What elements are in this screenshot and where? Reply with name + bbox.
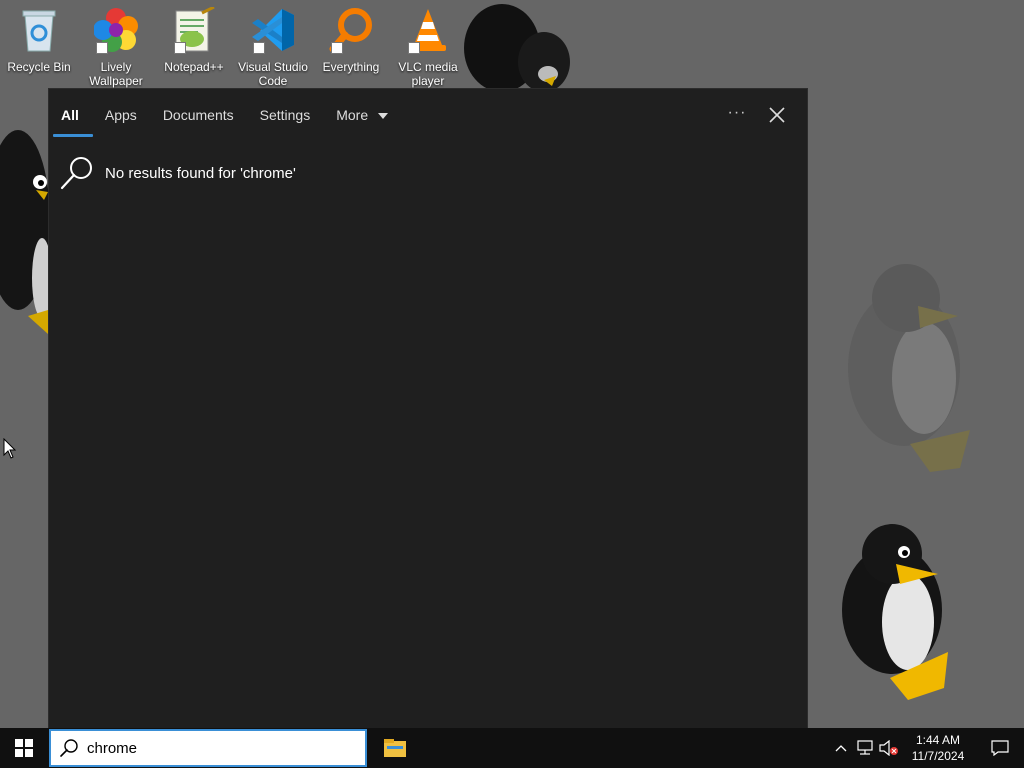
tab-more[interactable]: More [336,103,389,135]
search-filter-tabs: All Apps Documents Settings More [53,103,414,139]
tab-all[interactable]: All [53,103,93,137]
shortcut-arrow-icon [408,42,420,54]
chevron-up-icon [835,745,847,752]
no-results-message: No results found for 'chrome' [59,155,296,191]
volume-button[interactable] [878,728,900,768]
search-icon [60,157,92,190]
penguin-wallpaper-icon [848,264,970,472]
desktop-icon-vlc[interactable]: VLC media player [389,4,467,88]
taskbar: 1:44 AM 11/7/2024 [0,728,1024,768]
desktop-icon-row: Recycle Bin Lively Wallpaper Notepad++ V… [0,0,480,90]
mouse-cursor-icon [3,438,17,459]
tab-label: Settings [259,107,311,123]
clock[interactable]: 1:44 AM 11/7/2024 [900,728,976,768]
shortcut-arrow-icon [253,42,265,54]
no-results-text: No results found for 'chrome' [105,164,296,182]
desktop: Recycle Bin Lively Wallpaper Notepad++ V… [0,0,1024,768]
tab-documents[interactable]: Documents [163,103,234,135]
close-icon [769,107,785,123]
desktop-icon-label: Visual Studio Code [238,60,308,88]
desktop-icon-label: Lively Wallpaper [89,60,143,88]
desktop-icon-label: Recycle Bin [7,60,71,74]
network-icon [857,740,873,755]
show-hidden-icons-button[interactable] [830,728,852,768]
shortcut-arrow-icon [174,42,186,54]
clock-date: 11/7/2024 [911,749,965,763]
start-button[interactable] [0,728,48,768]
more-options-button[interactable]: ··· [725,103,749,127]
desktop-icon-label: VLC media player [398,60,458,88]
search-icon-container [51,731,87,765]
system-tray: 1:44 AM 11/7/2024 [830,728,1024,768]
network-button[interactable] [852,728,878,768]
search-results-panel: All Apps Documents Settings More ··· No … [48,88,808,728]
shortcut-arrow-icon [96,42,108,54]
tab-label: Apps [104,107,137,123]
tab-apps[interactable]: Apps [105,103,137,135]
taskbar-search-box[interactable] [49,729,367,767]
penguin-wallpaper-icon [0,130,50,334]
volume-muted-icon [879,740,898,756]
active-tab-indicator [53,134,93,137]
file-explorer-icon [384,739,406,757]
chevron-down-icon [378,113,389,120]
recycle-bin-icon [22,10,56,52]
search-input[interactable] [87,739,347,757]
search-icon [60,739,78,757]
close-button[interactable] [765,103,789,127]
desktop-icon-label: Everything [322,60,380,74]
tab-label: Documents [162,107,234,123]
tab-label: All [61,107,79,123]
taskbar-file-explorer-button[interactable] [374,728,416,768]
desktop-icon-lively-wallpaper[interactable]: Lively Wallpaper [77,4,155,88]
desktop-icon-label: Notepad++ [164,60,224,74]
desktop-icon-visual-studio-code[interactable]: Visual Studio Code [234,4,312,88]
tab-label: More [336,107,369,123]
desktop-icon-everything[interactable]: Everything [312,4,390,88]
shortcut-arrow-icon [331,42,343,54]
action-center-button[interactable] [976,728,1024,768]
tab-settings[interactable]: Settings [260,103,311,135]
windows-logo-icon [15,739,33,757]
notification-icon [991,740,1009,756]
desktop-icon-recycle-bin[interactable]: Recycle Bin [0,4,78,88]
penguin-wallpaper-icon [842,524,948,700]
clock-time: 1:44 AM [915,733,961,747]
desktop-icon-notepad-plus-plus[interactable]: Notepad++ [155,4,233,88]
